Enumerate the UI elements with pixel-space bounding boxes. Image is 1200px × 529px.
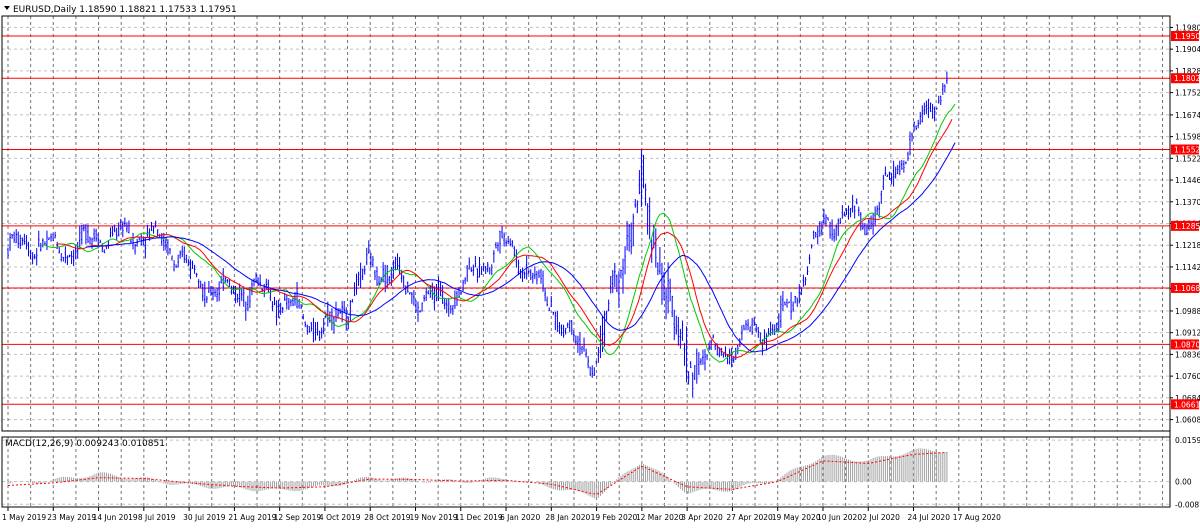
level-label-text: 1.12857 bbox=[1174, 222, 1200, 231]
time-axis: 1 May 2019 23 May 201914 Jun 2019 8 Jul 20… bbox=[2, 507, 1001, 522]
time-tick-label: 28 Oct 2019 bbox=[364, 513, 411, 522]
price-tick-label: 1.15980 bbox=[1175, 133, 1200, 142]
frame-layer bbox=[1, 15, 1171, 508]
time-tick-label: 19 May 2020 bbox=[772, 513, 821, 522]
dropdown-triangle-icon[interactable] bbox=[4, 6, 10, 10]
price-tick-label: 1.14460 bbox=[1175, 176, 1200, 185]
time-tick-label: 21 Aug 2019 bbox=[228, 513, 276, 522]
macd-tick-label: 0.015993 bbox=[1175, 436, 1200, 445]
time-tick-label: 11 Dec 2019 bbox=[455, 513, 503, 522]
macd-tick-label: -0.008746 bbox=[1175, 500, 1200, 509]
time-tick-label: 17 Aug 2020 bbox=[953, 513, 1001, 522]
price-tick-label: 1.13700 bbox=[1175, 198, 1200, 207]
price-tick-label: 1.17520 bbox=[1175, 89, 1200, 98]
time-tick-label: 30 Jul 2019 bbox=[183, 513, 226, 522]
time-tick-label: 28 Jan 2020 bbox=[545, 513, 590, 522]
time-tick-label: 3 Apr 2020 bbox=[681, 513, 723, 522]
price-tick-label: 1.11420 bbox=[1175, 263, 1200, 272]
time-tick-label: 12 Sep 2019 bbox=[274, 513, 322, 522]
time-tick-label: 14 Jun 2019 bbox=[93, 513, 138, 522]
level-label-text: 1.08709 bbox=[1174, 340, 1200, 349]
price-tick-label: 1.16740 bbox=[1175, 111, 1200, 120]
time-tick-label: 23 May 2019 bbox=[47, 513, 96, 522]
time-tick-label: 2 Jul 2020 bbox=[862, 513, 900, 522]
price-tick-label: 1.08360 bbox=[1175, 350, 1200, 359]
sub-frame bbox=[1, 436, 1171, 508]
level-label-text: 1.15529 bbox=[1174, 146, 1200, 155]
price-chart[interactable]: 1.198001.190401.182801.175201.167401.159… bbox=[0, 0, 1200, 525]
header: EURUSD,Daily 1.18590 1.18821 1.17533 1.1… bbox=[4, 5, 237, 15]
price-tick-label: 1.19040 bbox=[1175, 45, 1200, 54]
price-axis: 1.198001.190401.182801.175201.167401.159… bbox=[1170, 23, 1200, 509]
price-tick-label: 1.15220 bbox=[1175, 154, 1200, 163]
time-tick-label: 27 Apr 2020 bbox=[726, 513, 773, 522]
time-tick-label: 4 Oct 2019 bbox=[319, 513, 361, 522]
time-tick-label: 1 May 2019 bbox=[2, 513, 46, 522]
time-tick-label: 6 Jan 2020 bbox=[500, 513, 540, 522]
grid-layer bbox=[2, 16, 1170, 507]
macd-layer bbox=[7, 448, 948, 500]
candles-layer bbox=[7, 71, 948, 398]
time-tick-label: 10 Jun 2020 bbox=[817, 513, 862, 522]
level-label-text: 1.18023 bbox=[1174, 74, 1200, 83]
macd-tick-label: 0.00 bbox=[1175, 478, 1192, 487]
level-label-text: 1.19500 bbox=[1174, 32, 1200, 41]
price-tick-label: 1.07600 bbox=[1175, 372, 1200, 381]
level-label-text: 1.06614 bbox=[1174, 400, 1200, 409]
time-tick-label: 24 Jul 2020 bbox=[908, 513, 951, 522]
time-tick-label: 12 Mar 2020 bbox=[636, 513, 684, 522]
price-tick-label: 1.09120 bbox=[1175, 329, 1200, 338]
macd-signal-line bbox=[7, 452, 947, 496]
level-label-text: 1.10685 bbox=[1174, 284, 1200, 293]
chart-header-text: EURUSD,Daily 1.18590 1.18821 1.17533 1.1… bbox=[13, 5, 237, 15]
price-tick-label: 1.06080 bbox=[1175, 416, 1200, 425]
time-tick-label: 8 Jul 2019 bbox=[138, 513, 176, 522]
chart-window[interactable]: 1.198001.190401.182801.175201.167401.159… bbox=[0, 0, 1200, 525]
ma-line-fast bbox=[42, 103, 956, 363]
time-tick-label: 19 Nov 2019 bbox=[409, 513, 457, 522]
price-tick-label: 1.12180 bbox=[1175, 241, 1200, 250]
time-tick-label: 19 Feb 2020 bbox=[591, 513, 638, 522]
macd-label: MACD(12,26,9) 0.009243 0.010851 bbox=[5, 439, 165, 449]
moving-averages bbox=[42, 103, 956, 363]
price-tick-label: 1.09880 bbox=[1175, 307, 1200, 316]
ma-line-slow bbox=[85, 142, 956, 353]
